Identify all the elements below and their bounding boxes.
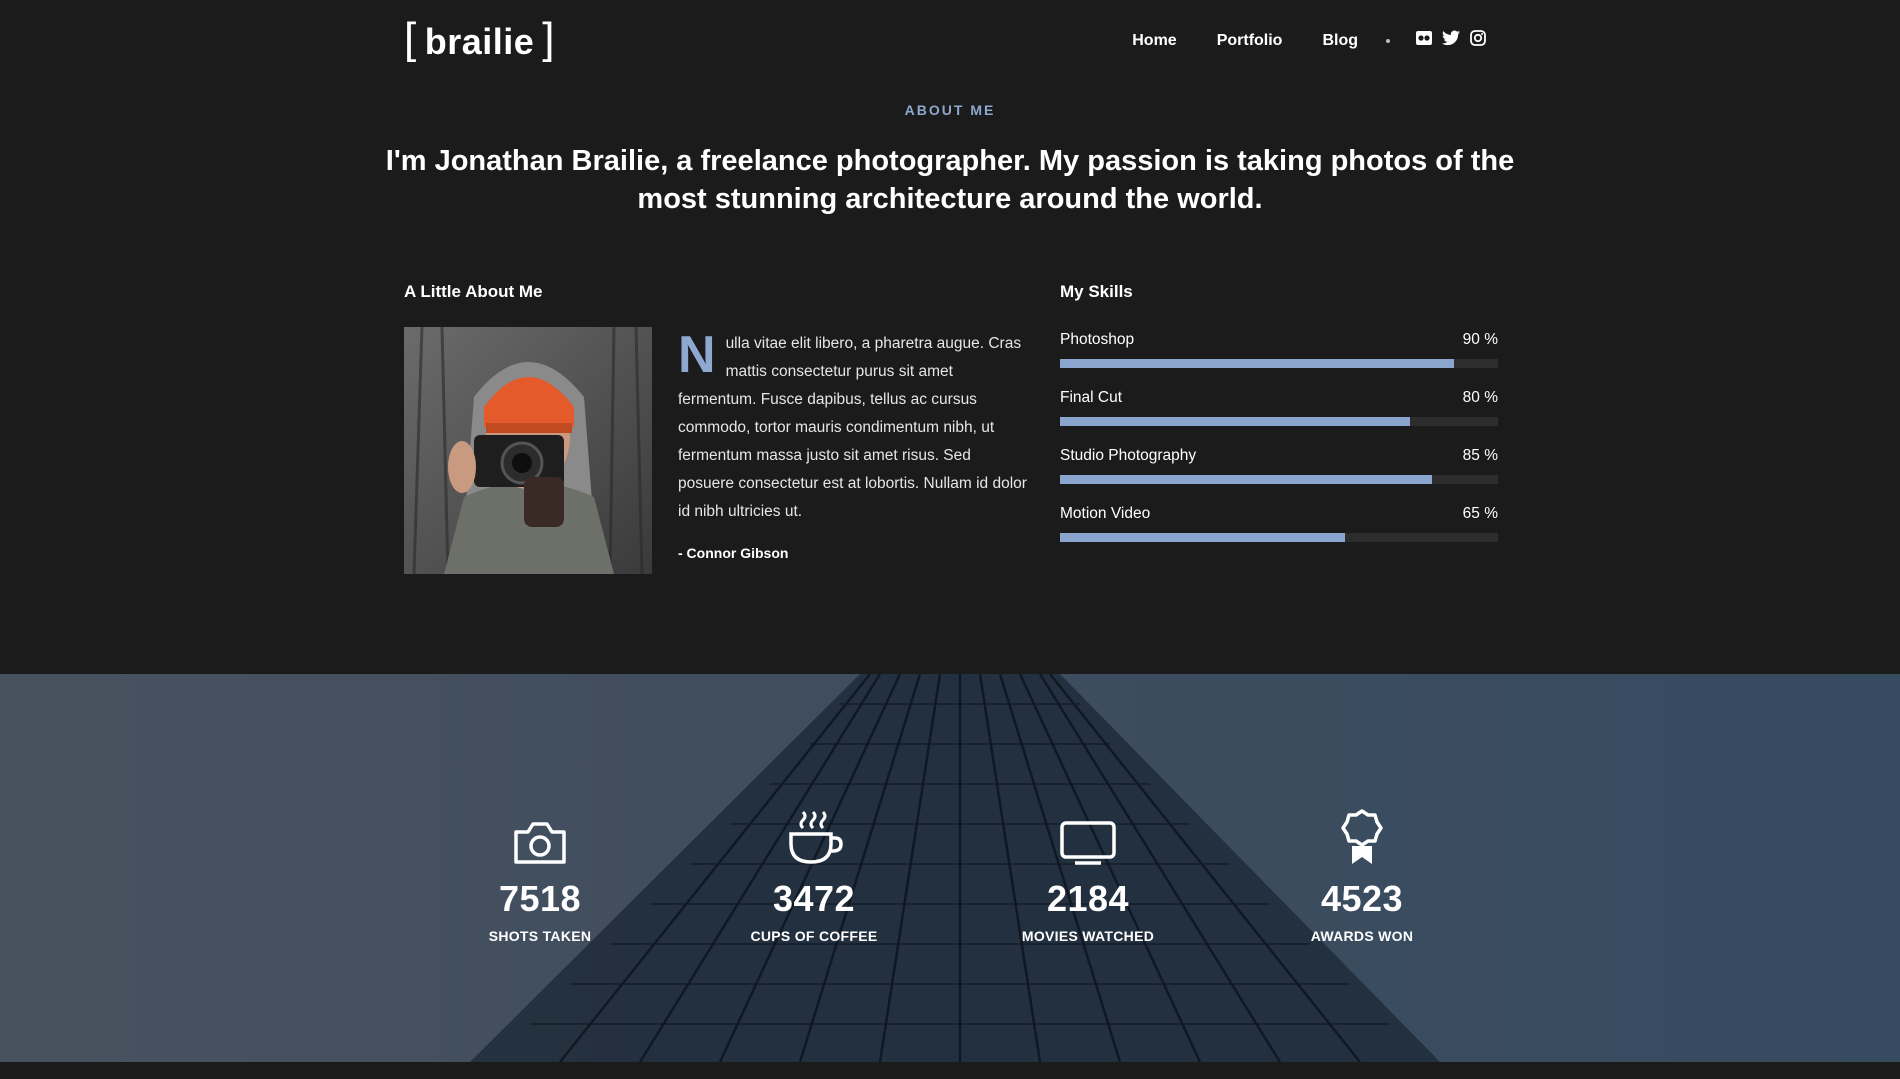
stat-label: MOVIES WATCHED	[1021, 928, 1155, 944]
stat-label: CUPS OF COFFEE	[750, 928, 878, 944]
stat-cups-of-coffee: 3472 CUPS OF COFFEE	[714, 804, 914, 944]
skill-name: Photoshop	[1060, 331, 1135, 348]
camera-icon	[440, 804, 640, 866]
skill-photoshop: Photoshop 90 %	[1060, 331, 1498, 368]
skill-bar-track	[1060, 359, 1498, 368]
building-background	[470, 674, 1440, 1062]
twitter-icon[interactable]	[1442, 30, 1460, 51]
skill-studio-photography: Studio Photography 85 %	[1060, 447, 1498, 484]
skill-name: Motion Video	[1060, 505, 1151, 522]
stat-label: AWARDS WON	[1310, 928, 1414, 944]
logo-bracket-right: ]	[542, 14, 556, 63]
logo-bracket-left: [	[404, 14, 417, 63]
bio-drop-cap: N	[678, 326, 716, 384]
skill-bar-track	[1060, 475, 1498, 484]
section-eyebrow: ABOUT ME	[904, 102, 996, 118]
flickr-icon[interactable]	[1416, 30, 1432, 51]
bottom-strip	[0, 1062, 1900, 1079]
instagram-icon[interactable]	[1470, 30, 1486, 51]
skill-bar-fill	[1060, 475, 1433, 484]
stat-shots-taken: 7518 SHOTS TAKEN	[440, 804, 640, 944]
award-icon	[1262, 804, 1462, 866]
brand-logo[interactable]: [ brailie ]	[404, 14, 555, 64]
skill-motion-video: Motion Video 65 %	[1060, 505, 1498, 542]
stat-number: 3472	[772, 878, 856, 919]
skill-name: Studio Photography	[1060, 447, 1197, 464]
monitor-icon	[988, 804, 1188, 866]
skill-bar-fill	[1060, 417, 1411, 426]
nav-portfolio[interactable]: Portfolio	[1217, 32, 1283, 50]
bio-signature: - Connor Gibson	[678, 545, 789, 561]
skill-bar-fill	[1060, 359, 1455, 368]
skill-bar-fill	[1060, 533, 1345, 542]
skill-percent: 80 %	[1462, 389, 1498, 406]
nav-blog[interactable]: Blog	[1322, 32, 1358, 50]
nav-home[interactable]: Home	[1132, 32, 1176, 50]
stat-label: SHOTS TAKEN	[488, 928, 592, 944]
logo-text: brailie	[424, 21, 535, 62]
stat-awards-won: 4523 AWARDS WON	[1262, 804, 1462, 944]
stat-number: 7518	[498, 878, 582, 919]
bio-text: N ulla vitae elit libero, a pharetra aug…	[678, 326, 1028, 526]
skill-bar-track	[1060, 417, 1498, 426]
site-header: [ brailie ] Home Portfolio Blog	[404, 14, 1500, 64]
skills-title: My Skills	[1060, 282, 1133, 301]
skill-bar-track	[1060, 533, 1498, 542]
coffee-cup-icon	[714, 804, 914, 866]
profile-photo	[404, 327, 652, 574]
main-nav: Home Portfolio Blog	[1092, 30, 1486, 51]
skill-name: Final Cut	[1060, 389, 1123, 406]
stat-number: 4523	[1320, 878, 1404, 919]
skill-percent: 65 %	[1462, 505, 1498, 522]
stat-movies-watched: 2184 MOVIES WATCHED	[988, 804, 1188, 944]
skill-percent: 90 %	[1462, 331, 1498, 348]
nav-separator-dot	[1386, 38, 1390, 43]
bio-paragraph: ulla vitae elit libero, a pharetra augue…	[678, 335, 1027, 520]
intro-heading: I'm Jonathan Brailie, a freelance photog…	[385, 145, 1515, 215]
skill-final-cut: Final Cut 80 %	[1060, 389, 1498, 426]
social-links	[1416, 30, 1486, 51]
skill-percent: 85 %	[1462, 447, 1498, 464]
stats-section: 7518 SHOTS TAKEN 3472 CUPS OF COFFEE 218…	[0, 674, 1900, 1062]
about-column-title: A Little About Me	[404, 282, 543, 301]
stat-number: 2184	[1046, 878, 1130, 919]
